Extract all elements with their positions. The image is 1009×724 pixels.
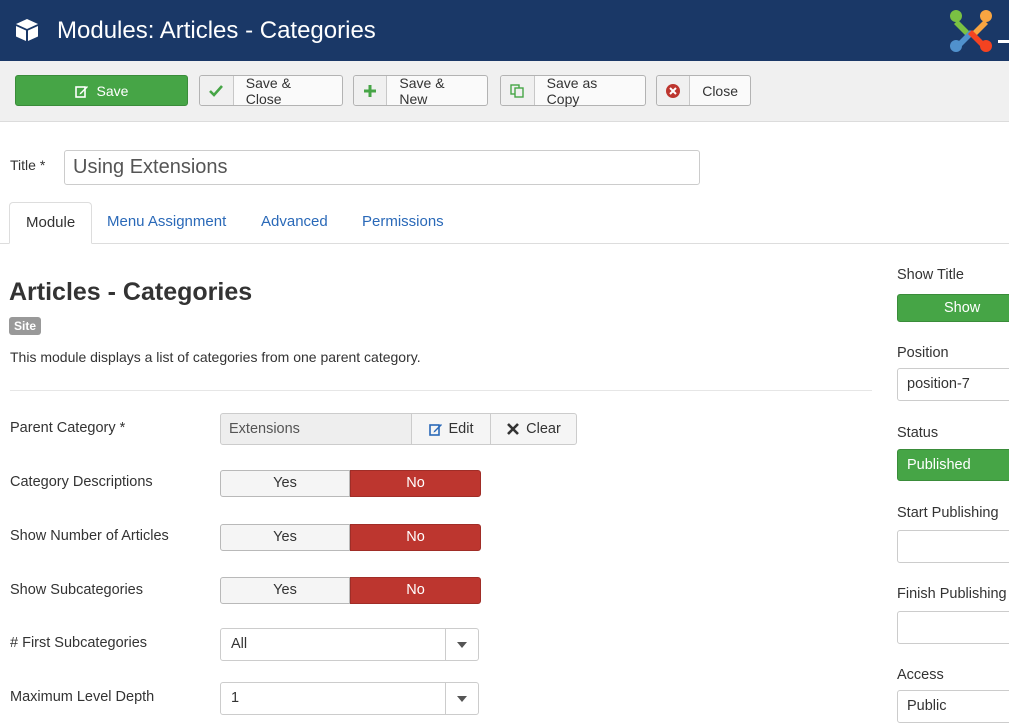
save-new-button[interactable]: Save & New: [353, 74, 488, 107]
tab-permissions[interactable]: Permissions: [346, 202, 460, 244]
position-input[interactable]: position-7: [897, 368, 1009, 401]
title-label: Title *: [10, 157, 46, 173]
category-descriptions-toggle: Yes No: [220, 470, 481, 497]
category-descriptions-yes[interactable]: Yes: [220, 470, 350, 497]
save-copy-label: Save as Copy: [546, 74, 598, 107]
divider: [10, 390, 872, 391]
show-subcategories-label: Show Subcategories: [10, 582, 143, 598]
category-descriptions-no[interactable]: No: [350, 470, 481, 497]
status-select[interactable]: Published: [897, 449, 1009, 481]
show-number-articles-toggle: Yes No: [220, 524, 481, 551]
parent-category-field: Extensions: [220, 413, 412, 445]
save-copy-button[interactable]: Save as Copy: [500, 74, 646, 107]
start-publishing-label: Start Publishing: [897, 505, 999, 521]
joomla-logo-icon: [950, 10, 992, 52]
show-number-articles-label: Show Number of Articles: [10, 528, 169, 544]
show-number-articles-no[interactable]: No: [350, 524, 481, 551]
tab-menu-assignment[interactable]: Menu Assignment: [91, 202, 242, 244]
save-label: Save: [96, 82, 129, 99]
show-subcategories-toggle: Yes No: [220, 577, 481, 604]
module-description: This module displays a list of categorie…: [10, 349, 421, 365]
access-select[interactable]: Public: [897, 690, 1009, 723]
start-publishing-input[interactable]: [897, 530, 1009, 563]
save-button[interactable]: Save: [15, 75, 188, 106]
app-header: Modules: Articles - Categories: [0, 0, 1009, 61]
check-icon: [200, 76, 234, 105]
tab-module[interactable]: Module: [9, 202, 93, 244]
clear-label: Clear: [526, 421, 561, 437]
save-new-label: Save & New: [399, 74, 445, 107]
close-label: Close: [702, 82, 738, 99]
max-level-depth-select[interactable]: 1: [220, 682, 479, 715]
module-heading: Articles - Categories: [9, 278, 253, 306]
status-label: Status: [897, 425, 939, 441]
show-subcategories-yes[interactable]: Yes: [220, 577, 350, 604]
x-icon: [507, 423, 520, 435]
first-subcategories-label: # First Subcategories: [10, 635, 148, 651]
edit-icon: [74, 84, 89, 98]
show-title-button[interactable]: Show: [897, 294, 1009, 322]
close-circle-icon: [657, 76, 691, 105]
edit-label: Edit: [448, 421, 474, 437]
chevron-down-icon: [445, 629, 478, 660]
module-cube-icon: [16, 19, 38, 41]
site-badge: Site: [9, 317, 42, 335]
save-close-button[interactable]: Save & Close: [199, 74, 343, 107]
parent-category-edit-button[interactable]: Edit: [411, 413, 491, 445]
show-number-articles-yes[interactable]: Yes: [220, 524, 350, 551]
toolbar: Save Save & Close Save & New Save as Cop…: [0, 61, 1009, 122]
parent-category-label: Parent Category *: [10, 420, 126, 436]
close-button[interactable]: Close: [656, 75, 751, 106]
logo-tail: [998, 40, 1009, 43]
finish-publishing-input[interactable]: [897, 611, 1009, 644]
title-input[interactable]: Using Extensions: [64, 150, 700, 185]
finish-publishing-label: Finish Publishing: [897, 586, 1007, 602]
category-descriptions-label: Category Descriptions: [10, 474, 153, 490]
show-title-label: Show Title: [897, 267, 964, 283]
first-subcategories-select[interactable]: All: [220, 628, 479, 661]
tab-bar: Module Menu Assignment Advanced Permissi…: [0, 202, 1009, 244]
first-subcategories-value: All: [231, 636, 248, 652]
max-level-depth-label: Maximum Level Depth: [10, 689, 155, 705]
position-label: Position: [897, 345, 949, 361]
save-close-label: Save & Close: [245, 74, 291, 107]
edit-icon: [428, 424, 442, 436]
plus-icon: [354, 76, 388, 105]
parent-category-clear-button[interactable]: Clear: [490, 413, 577, 445]
access-label: Access: [897, 667, 944, 683]
copy-icon: [501, 76, 535, 105]
show-subcategories-no[interactable]: No: [350, 577, 481, 604]
max-level-depth-value: 1: [231, 690, 240, 706]
chevron-down-icon: [445, 683, 478, 714]
tab-advanced[interactable]: Advanced: [245, 202, 344, 244]
page-title: Modules: Articles - Categories: [57, 17, 376, 44]
